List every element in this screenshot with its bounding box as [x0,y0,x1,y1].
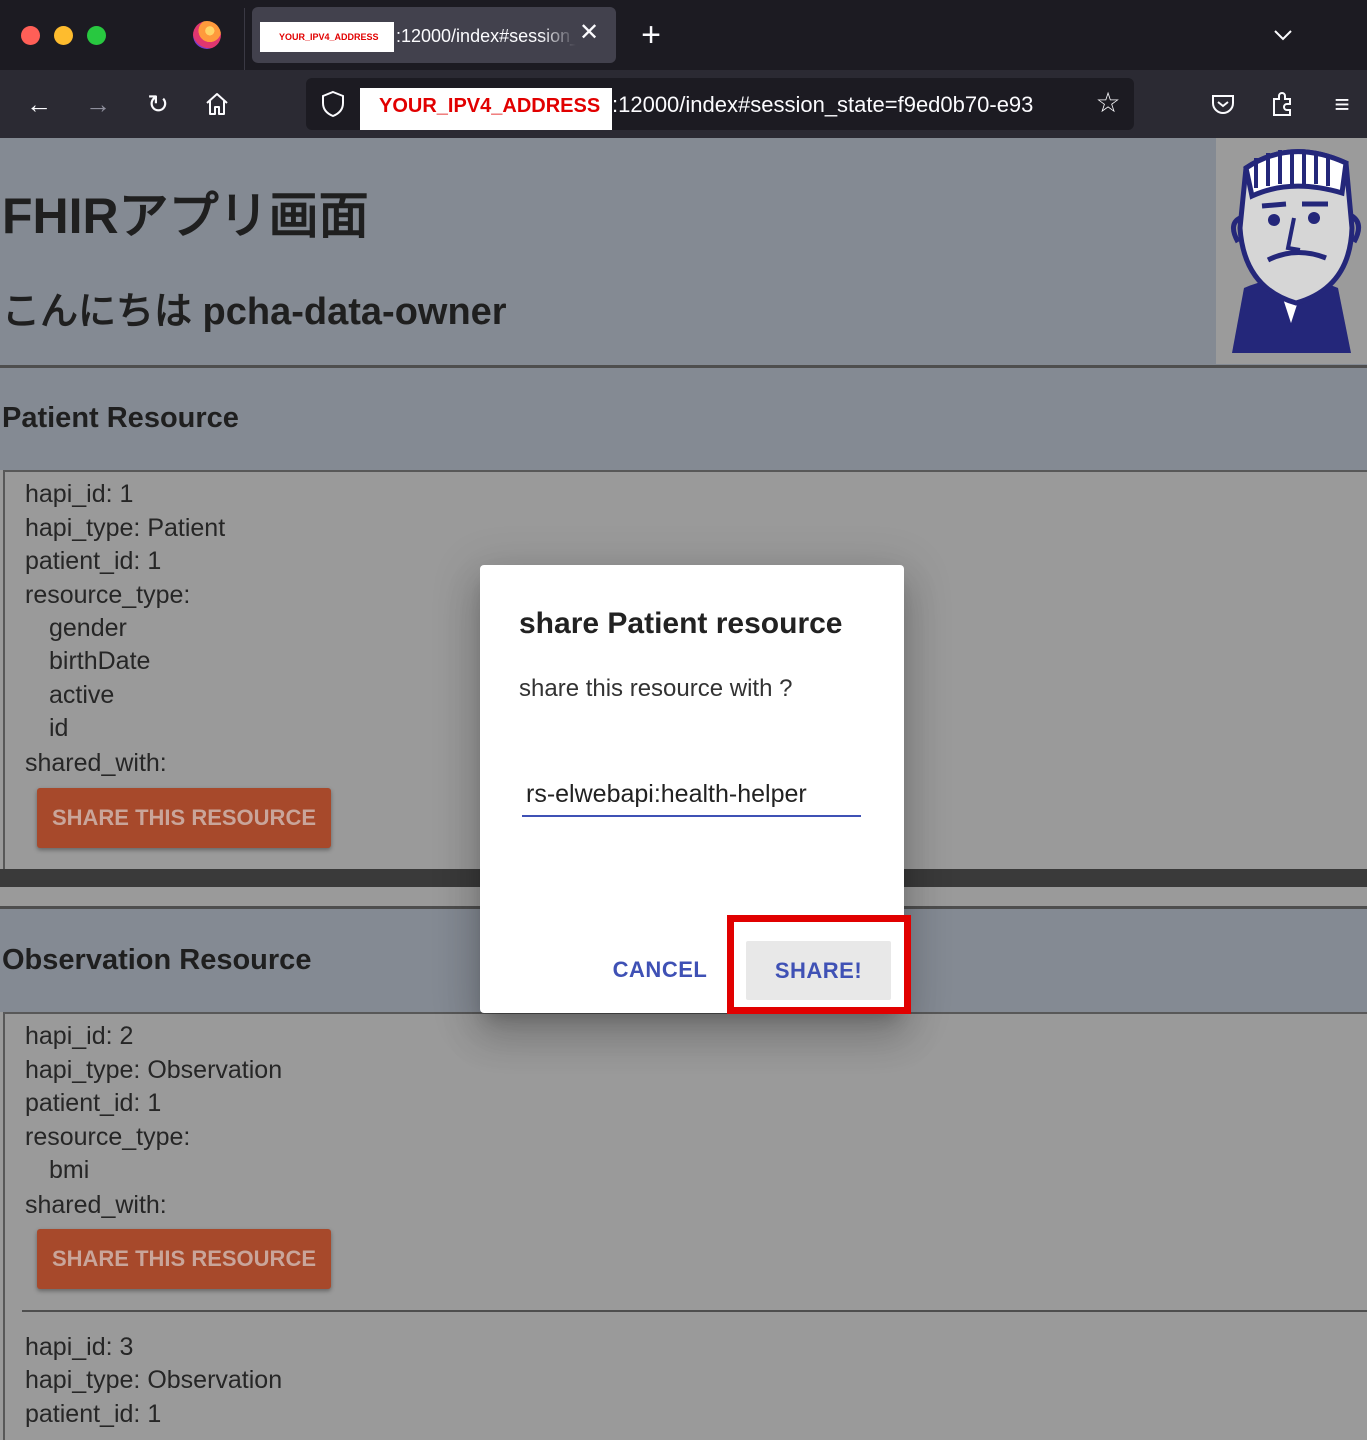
active-tab[interactable]: YOUR_IPV4_ADDRESS :12000/index#session_s… [252,7,616,63]
observation-section-title: Observation Resource [2,944,312,976]
patient-section-title: Patient Resource [2,402,239,434]
patient-id: patient_id: 1 [25,547,162,575]
patient-id: patient_id: 1 [25,1089,162,1117]
observation-resource-card: hapi_id: 2 hapi_type: Observation patien… [3,1012,1367,1440]
back-icon[interactable]: ← [22,87,56,121]
hapi-type: hapi_type: Observation [25,1366,283,1394]
hapi-id: hapi_id: 3 [25,1333,134,1361]
tab-title: :12000/index#session_state=f9ed0b70-e93 [396,26,576,46]
shared-with-label: shared_with: [25,749,167,777]
navigation-toolbar: ← → ↻ YOUR_IPV4_ADDRESS :12000/index#ses… [0,70,1367,138]
hapi-type: hapi_type: Observation [25,1056,283,1084]
resource-type-item: bmi [49,1156,90,1184]
extensions-icon[interactable] [1268,89,1298,119]
tab-host-redaction: YOUR_IPV4_ADDRESS [260,22,394,52]
greeting: こんにちは pcha-data-owner [2,291,507,333]
url-text[interactable]: :12000/index#session_state=f9ed0b70-e93 [612,88,1082,122]
resource-type-item: id [49,714,69,742]
home-icon[interactable] [200,87,234,121]
browser-tab-strip: YOUR_IPV4_ADDRESS :12000/index#session_s… [0,0,1367,70]
cancel-button[interactable]: CANCEL [604,941,716,999]
hapi-id: hapi_id: 2 [25,1022,134,1050]
bookmark-star-icon[interactable]: ☆ [1092,86,1124,120]
new-tab-button[interactable]: + [636,18,666,52]
resource-type-label: resource_type: [25,1123,191,1151]
shield-icon[interactable] [320,90,346,118]
menu-icon[interactable]: ≡ [1325,87,1359,121]
forward-icon[interactable]: → [81,87,115,121]
share-resource-button[interactable]: SHARE THIS RESOURCE [37,788,331,848]
share-with-input[interactable] [522,773,861,817]
pocket-icon[interactable] [1208,89,1238,119]
tab-close-icon[interactable]: ✕ [578,20,600,46]
tab-list-chevron-icon[interactable] [1268,20,1298,50]
app-header: FHIRアプリ画面 こんにちは pcha-data-owner [0,138,1367,367]
window-close-button[interactable] [21,26,40,45]
resource-type-item: gender [49,614,127,642]
firefox-logo-icon [193,21,221,49]
avatar [1216,138,1367,364]
reload-icon[interactable]: ↻ [141,87,175,121]
resource-type-item: birthDate [49,647,151,675]
highlight-annotation-box [727,915,911,1014]
url-host-redaction: YOUR_IPV4_ADDRESS [360,88,612,130]
window-minimize-button[interactable] [54,26,73,45]
hapi-type: hapi_type: Patient [25,514,226,542]
tab-separator [244,8,245,70]
url-bar[interactable]: YOUR_IPV4_ADDRESS :12000/index#session_s… [306,78,1134,130]
patient-section-header: Patient Resource [0,368,1367,470]
resource-type-label: resource_type: [25,581,191,609]
patient-id: patient_id: 1 [25,1400,162,1428]
dialog-text: share this resource with ? [519,675,793,702]
hapi-id: hapi_id: 1 [25,480,134,508]
resource-type-item: active [49,681,115,709]
page-title: FHIRアプリ画面 [2,188,369,244]
divider [22,1310,1367,1312]
window-zoom-button[interactable] [87,26,106,45]
avatar-illustration-icon [1231,149,1361,353]
share-resource-button[interactable]: SHARE THIS RESOURCE [37,1229,331,1289]
shared-with-label: shared_with: [25,1191,167,1219]
dialog-title: share Patient resource [519,607,843,640]
